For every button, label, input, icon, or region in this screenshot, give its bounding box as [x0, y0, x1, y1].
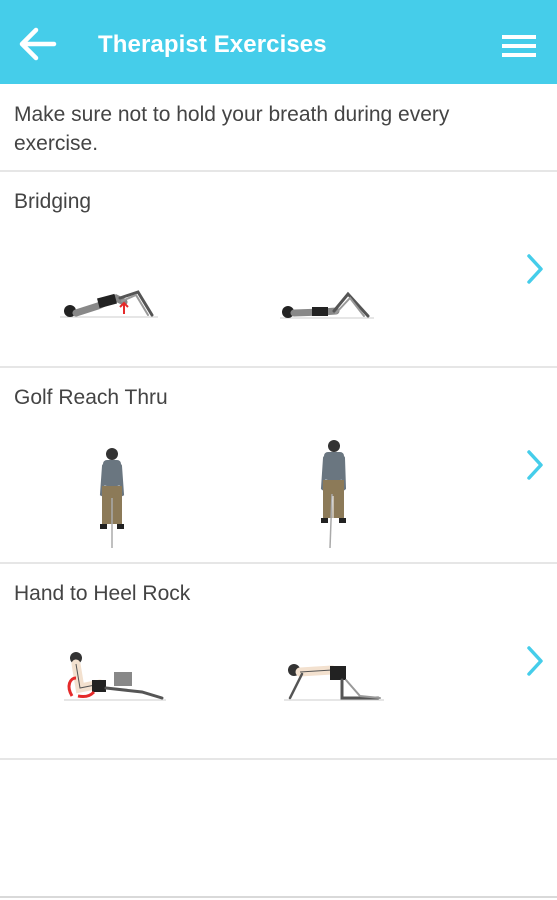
exercise-item-hand-to-heel-rock[interactable]: Hand to Heel Rock	[0, 564, 557, 758]
hand-to-heel-start-illustration	[64, 652, 166, 701]
bridging-start-illustration	[60, 290, 158, 318]
exercise-item-golf-reach-thru[interactable]: Golf Reach Thru	[0, 368, 557, 562]
golf-reach-end-illustration	[320, 440, 347, 549]
bottom-divider	[0, 896, 557, 898]
chevron-right-icon[interactable]	[524, 252, 546, 286]
hamburger-menu-icon[interactable]	[500, 32, 538, 60]
bridging-end-illustration	[280, 291, 374, 319]
exercise-item-bridging[interactable]: Bridging	[0, 172, 557, 366]
breathing-tip: Make sure not to hold your breath during…	[14, 103, 450, 155]
app-bar: Therapist Exercises	[0, 0, 557, 84]
exercise-name: Golf Reach Thru	[14, 386, 168, 409]
page-title: Therapist Exercises	[98, 31, 327, 58]
exercise-name: Bridging	[14, 190, 92, 213]
chevron-right-icon[interactable]	[524, 448, 546, 482]
exercise-name: Hand to Heel Rock	[14, 582, 191, 605]
chevron-right-icon[interactable]	[524, 644, 546, 678]
hand-to-heel-end-illustration	[284, 664, 384, 701]
arrow-left-icon[interactable]	[18, 27, 58, 61]
divider	[0, 758, 557, 760]
golf-reach-start-illustration	[99, 448, 125, 548]
